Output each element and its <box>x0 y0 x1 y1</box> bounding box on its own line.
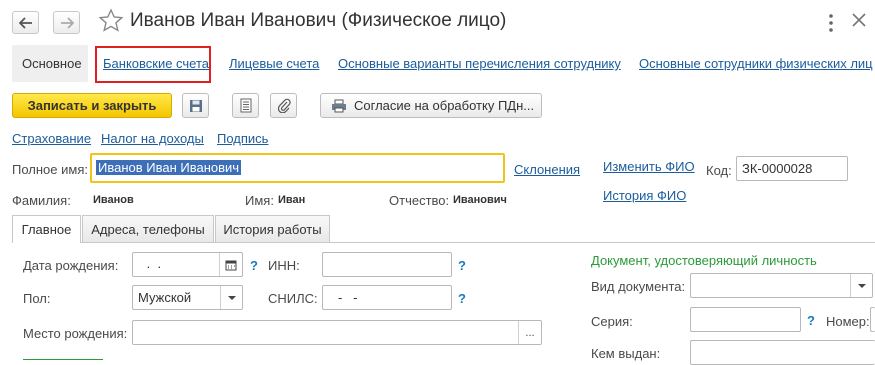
series-help[interactable]: ? <box>807 313 815 328</box>
link-insurance[interactable]: Страхование <box>12 131 91 146</box>
tab-payment-options[interactable]: Основные варианты перечисления сотрудник… <box>338 56 621 71</box>
document-heading: Документ, удостоверяющий личность <box>591 253 817 268</box>
patronymic-label: Отчество: <box>389 193 450 208</box>
birth-date-value: . . <box>143 256 162 271</box>
attach-button[interactable] <box>270 93 297 118</box>
gender-label: Пол: <box>23 291 51 306</box>
back-button[interactable] <box>12 11 39 34</box>
partial-green-label <box>23 354 103 361</box>
name-value: Иван <box>278 194 306 206</box>
gender-dropdown[interactable] <box>220 286 242 309</box>
inn-label: ИНН: <box>268 258 300 273</box>
doc-type-dropdown[interactable] <box>850 274 872 297</box>
link-signature[interactable]: Подпись <box>217 131 268 146</box>
save-button[interactable] <box>182 93 209 118</box>
full-name-label: Полное имя: <box>12 162 88 177</box>
birth-date-label: Дата рождения: <box>23 258 119 273</box>
snils-value: - - <box>338 290 358 305</box>
report-button[interactable] <box>232 93 259 118</box>
surname-label: Фамилия: <box>12 193 71 208</box>
tab-addresses-label: Адреса, телефоны <box>91 221 205 237</box>
gender-value: Мужской <box>138 290 192 305</box>
document-list-icon <box>240 98 251 113</box>
arrow-left-icon <box>18 16 32 29</box>
surname-value: Иванов <box>93 194 134 206</box>
forward-button[interactable] <box>53 11 80 34</box>
tab-addresses[interactable]: Адреса, телефоны <box>82 215 214 242</box>
tab-personal-accounts[interactable]: Лицевые счета <box>229 56 319 71</box>
snils-help[interactable]: ? <box>458 291 466 306</box>
close-icon[interactable] <box>851 12 867 28</box>
arrow-right-icon <box>60 16 74 29</box>
issued-by-label: Кем выдан: <box>591 346 661 361</box>
star-icon[interactable] <box>98 8 124 34</box>
birth-date-help[interactable]: ? <box>250 258 258 273</box>
paperclip-icon <box>277 98 291 113</box>
name-label: Имя: <box>245 193 274 208</box>
full-name-value: Иванов Иван Иванович <box>96 160 242 175</box>
code-label: Код: <box>706 163 732 178</box>
change-fio-link[interactable]: Изменить ФИО <box>603 159 695 174</box>
birthplace-label: Место рождения: <box>23 326 128 341</box>
birthplace-select-button[interactable]: ... <box>518 321 541 344</box>
code-input[interactable]: ЗК-0000028 <box>736 156 848 181</box>
code-value: ЗК-0000028 <box>742 161 813 176</box>
series-input[interactable] <box>690 307 801 332</box>
gender-select[interactable]: Мужской <box>132 285 243 310</box>
snils-input[interactable]: - - <box>322 285 452 310</box>
number-label: Номер: <box>826 314 870 329</box>
ellipsis-icon: ... <box>525 326 535 339</box>
inn-input[interactable] <box>322 252 452 277</box>
save-close-label: Записать и закрыть <box>27 98 157 113</box>
page-title: Иванов Иван Иванович (Физическое лицо) <box>130 10 507 31</box>
doc-type-label: Вид документа: <box>591 279 686 294</box>
printer-icon <box>332 99 346 112</box>
number-input[interactable] <box>870 307 875 332</box>
tab-work-history-label: История работы <box>223 221 322 237</box>
tab-bank-accounts[interactable]: Банковские счета <box>103 56 209 71</box>
tab-work-history[interactable]: История работы <box>215 215 330 242</box>
link-income-tax[interactable]: Налог на доходы <box>101 131 204 146</box>
save-close-button[interactable]: Записать и закрыть <box>12 93 172 118</box>
full-name-input[interactable]: Иванов Иван Иванович <box>90 153 505 183</box>
floppy-disk-icon <box>189 99 202 112</box>
tab-glavnoe-label: Главное <box>21 222 72 237</box>
declensions-link[interactable]: Склонения <box>514 162 580 177</box>
patronymic-value: Иванович <box>453 194 507 206</box>
consent-label: Согласие на обработку ПДн... <box>354 98 535 113</box>
doc-type-select[interactable] <box>690 273 873 298</box>
birthplace-input[interactable]: ... <box>132 320 542 345</box>
tabs-baseline <box>12 242 875 243</box>
chevron-down-icon <box>227 295 236 300</box>
snils-label: СНИЛС: <box>268 291 318 306</box>
inn-help[interactable]: ? <box>458 258 466 273</box>
tab-main-employees[interactable]: Основные сотрудники физических лиц <box>639 56 873 71</box>
series-label: Серия: <box>591 314 633 329</box>
calendar-button[interactable] <box>219 253 242 276</box>
issued-by-input[interactable] <box>690 340 875 365</box>
tab-glavnoe[interactable]: Главное <box>12 215 81 243</box>
history-fio-link[interactable]: История ФИО <box>603 188 686 203</box>
birth-date-input[interactable]: . . <box>132 252 243 277</box>
chevron-down-icon <box>857 283 866 288</box>
more-menu-icon[interactable] <box>826 12 836 34</box>
tab-osnovnoe[interactable]: Основное <box>22 56 82 71</box>
consent-button[interactable]: Согласие на обработку ПДн... <box>320 93 542 118</box>
calendar-icon <box>225 260 237 270</box>
